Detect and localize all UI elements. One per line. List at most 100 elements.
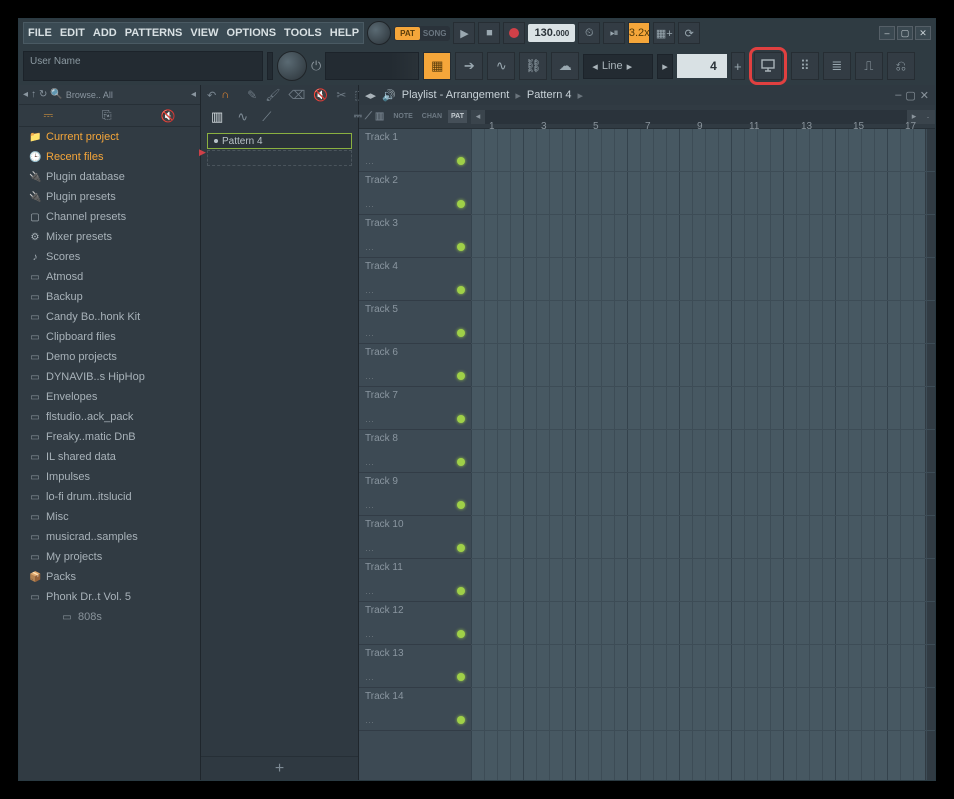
menu-tools[interactable]: TOOLS	[280, 23, 326, 43]
waveform-icon[interactable]: ⎓	[43, 108, 53, 123]
track-mute-led[interactable]	[457, 501, 465, 509]
tool-draw-icon[interactable]: ✎	[247, 88, 257, 102]
back-icon[interactable]: ◂	[23, 89, 28, 100]
browser-item[interactable]: ▭Freaky..matic DnB	[19, 427, 200, 447]
tool-mute-icon[interactable]: 🔇	[313, 88, 328, 102]
track-options-icon[interactable]: ···	[365, 158, 374, 168]
browser-item[interactable]: ▭Demo projects	[19, 347, 200, 367]
reload-icon[interactable]: ↻	[39, 89, 47, 100]
track-mute-led[interactable]	[457, 415, 465, 423]
up-icon[interactable]: ↑	[31, 89, 36, 100]
pat-mode[interactable]: PAT	[395, 27, 420, 40]
pl-close-button[interactable]: ✕	[920, 89, 929, 102]
browser-item[interactable]: ▭My projects	[19, 547, 200, 567]
track-options-icon[interactable]: ···	[365, 244, 374, 254]
menu-view[interactable]: VIEW	[186, 23, 222, 43]
picker-wave-icon[interactable]: ∿	[237, 109, 248, 125]
song-mode[interactable]: SONG	[420, 27, 450, 40]
track-header[interactable]: Track 8···	[359, 430, 471, 473]
picker-auto-icon[interactable]: ⟋	[262, 109, 271, 125]
maximize-button[interactable]: ▢	[897, 26, 913, 40]
view-mixer-button[interactable]: ⎍	[855, 52, 883, 80]
browser-item[interactable]: 🔌Plugin database	[19, 167, 200, 187]
track-mute-led[interactable]	[457, 329, 465, 337]
track-header[interactable]: Track 10···	[359, 516, 471, 559]
track-mute-led[interactable]	[457, 372, 465, 380]
menu-help[interactable]: HELP	[326, 23, 363, 43]
menu-add[interactable]: ADD	[89, 23, 121, 43]
browser-item[interactable]: ▭Envelopes	[19, 387, 200, 407]
tool-paint-icon[interactable]: 🖌	[265, 88, 280, 102]
picker-magnet-icon[interactable]: ∩	[221, 89, 229, 101]
track-options-icon[interactable]: ···	[365, 717, 374, 727]
track-options-icon[interactable]: ···	[365, 373, 374, 383]
browser-item[interactable]: 📁Current project	[19, 127, 200, 147]
browser-item[interactable]: ⚙Mixer presets	[19, 227, 200, 247]
pitch-strip[interactable]	[267, 52, 273, 80]
piano-icon[interactable]: ▥	[375, 111, 384, 122]
pl-max-button[interactable]: ▢	[905, 89, 915, 102]
track-header[interactable]: Track 11···	[359, 559, 471, 602]
browser-item[interactable]: ▢Channel presets	[19, 207, 200, 227]
browser-item[interactable]: ▭Backup	[19, 287, 200, 307]
track-mute-led[interactable]	[457, 716, 465, 724]
link-button[interactable]: ∿	[487, 52, 515, 80]
browser-item[interactable]: ▭lo-fi drum..itslucid	[19, 487, 200, 507]
scroll-more-button[interactable]: ·	[921, 110, 935, 124]
track-header[interactable]: Track 5···	[359, 301, 471, 344]
track-mute-led[interactable]	[457, 544, 465, 552]
view-piano-button[interactable]: ≣	[823, 52, 851, 80]
collapse-icon[interactable]: ◂	[191, 89, 196, 100]
track-mute-led[interactable]	[457, 587, 465, 595]
track-options-icon[interactable]: ···	[365, 502, 374, 512]
browser-item[interactable]: ▭Clipboard files	[19, 327, 200, 347]
metronome-button[interactable]: ⏲	[578, 22, 600, 44]
scroll-left-button[interactable]: ◂	[471, 110, 485, 124]
pattern-clip-source-button[interactable]	[754, 52, 782, 80]
track-header[interactable]: Track 1···	[359, 129, 471, 172]
track-header[interactable]: Track 2···	[359, 172, 471, 215]
snap-select[interactable]: ◂ Line ▸	[583, 54, 653, 79]
menu-patterns[interactable]: PATTERNS	[121, 23, 187, 43]
menu-file[interactable]: FILE	[24, 23, 56, 43]
browser-item[interactable]: ▭Misc	[19, 507, 200, 527]
tab-note[interactable]: NOTE	[390, 110, 415, 123]
track-header[interactable]: Track 4···	[359, 258, 471, 301]
menu-edit[interactable]: EDIT	[56, 23, 89, 43]
switch-icon[interactable]: ⏻	[311, 58, 321, 74]
browser-item[interactable]: ▭IL shared data	[19, 447, 200, 467]
tool-slice-icon[interactable]: ✂	[336, 88, 346, 102]
tool-erase-icon[interactable]: ⌫	[288, 88, 305, 102]
stop-button[interactable]: ■	[478, 22, 500, 44]
snap-expand[interactable]: ▸	[657, 54, 673, 79]
play-button[interactable]: ▶	[453, 22, 475, 44]
playlist-pattern-crumb[interactable]: Pattern 4	[527, 89, 572, 101]
track-header[interactable]: Track 12···	[359, 602, 471, 645]
track-mute-led[interactable]	[457, 673, 465, 681]
browser-item[interactable]: ▭808s	[19, 607, 200, 627]
track-options-icon[interactable]: ···	[365, 545, 374, 555]
track-options-icon[interactable]: ···	[365, 416, 374, 426]
step-next-button[interactable]: ➔	[455, 52, 483, 80]
picker-back-icon[interactable]: ↶	[207, 89, 216, 102]
pattern-item-empty[interactable]	[207, 150, 352, 166]
track-mute-led[interactable]	[457, 200, 465, 208]
view-playlist-button[interactable]: ▦	[423, 52, 451, 80]
loop-button[interactable]: ⟳	[678, 22, 700, 44]
track-header[interactable]: Track 7···	[359, 387, 471, 430]
minimize-button[interactable]: –	[879, 26, 895, 40]
tempo-display[interactable]: 130.000	[528, 24, 575, 42]
mixer-button[interactable]: ☁	[551, 52, 579, 80]
menu-options[interactable]: OPTIONS	[223, 23, 281, 43]
browser-item[interactable]: 🔌Plugin presets	[19, 187, 200, 207]
browser-item[interactable]: ▭Impulses	[19, 467, 200, 487]
playlist-menu-icon[interactable]: ◂▸	[365, 89, 376, 102]
track-mute-led[interactable]	[457, 458, 465, 466]
track-header[interactable]: Track 6···	[359, 344, 471, 387]
track-options-icon[interactable]: ···	[365, 631, 374, 641]
main-pitch-knob[interactable]	[277, 51, 307, 81]
pl-min-button[interactable]: –	[895, 89, 901, 102]
link-icon2[interactable]: ⟋	[365, 111, 372, 122]
browser-item[interactable]: ▭flstudio..ack_pack	[19, 407, 200, 427]
add-pattern-button[interactable]: +	[201, 756, 358, 780]
